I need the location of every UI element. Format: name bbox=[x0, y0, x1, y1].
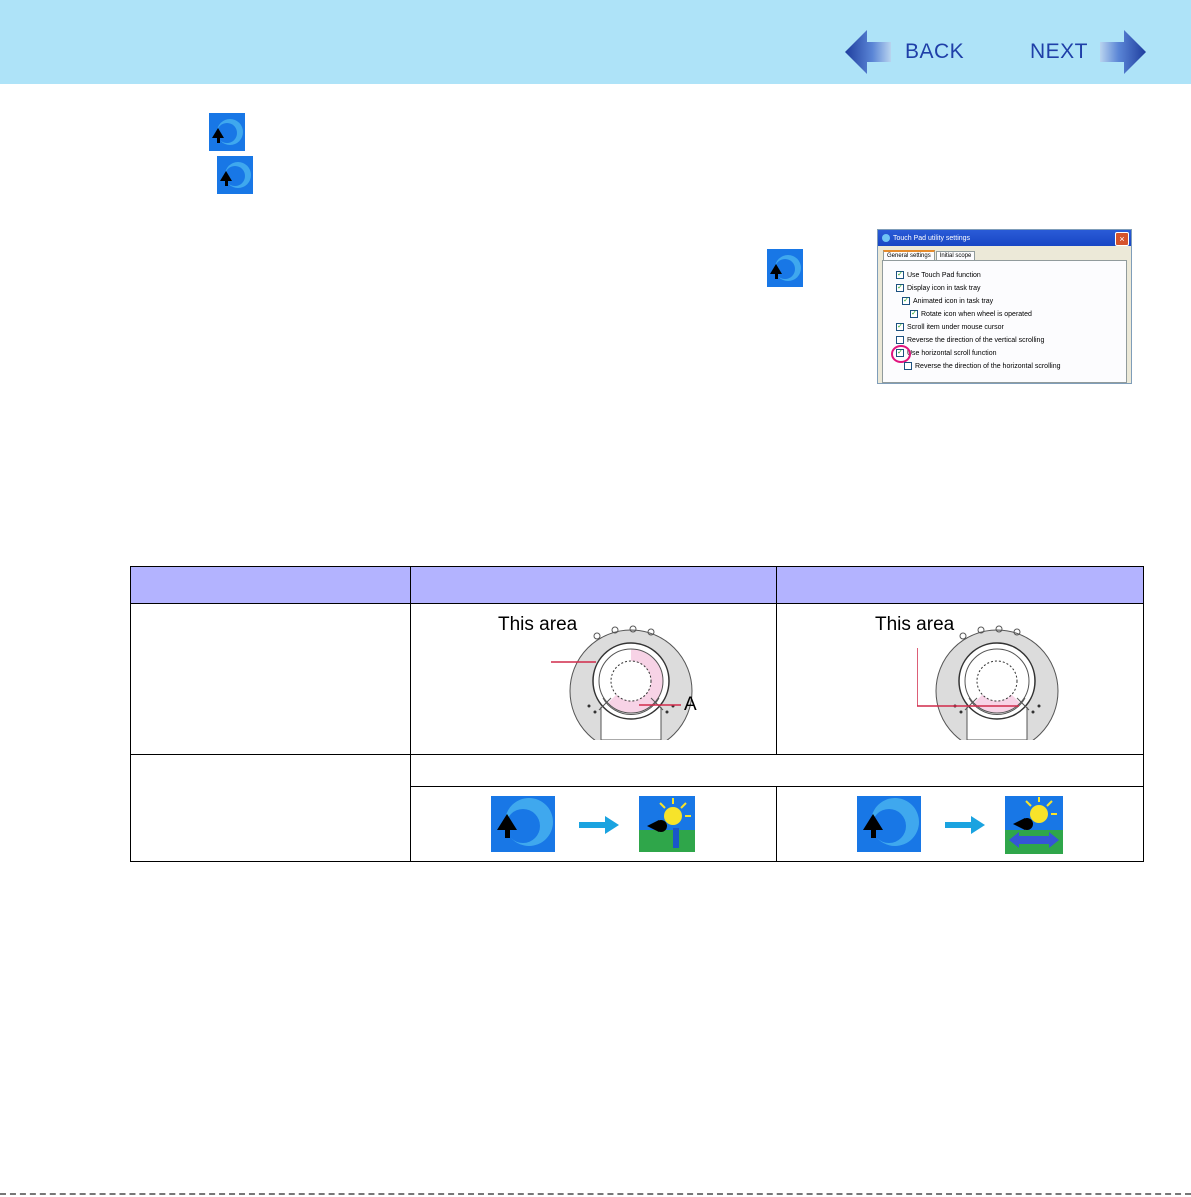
dialog-tabs: General settings Initial scope bbox=[878, 246, 1131, 260]
touch-pad-utility-icon bbox=[767, 249, 803, 287]
next-button[interactable]: NEXT bbox=[1030, 28, 1148, 76]
table-header-cell bbox=[776, 566, 1144, 604]
checkbox-unchecked[interactable] bbox=[904, 362, 912, 370]
table-row-label-cell bbox=[130, 754, 411, 862]
option-use-touch-pad[interactable]: ✓ Use Touch Pad function bbox=[896, 271, 981, 279]
checkbox-checked[interactable]: ✓ bbox=[896, 271, 904, 279]
vertical-icon-change-cell bbox=[410, 786, 777, 862]
option-display-icon[interactable]: ✓ Display icon in task tray bbox=[896, 284, 981, 292]
scroll-comparison-table: This area A This area bbox=[130, 566, 1144, 862]
close-button[interactable]: × bbox=[1115, 232, 1129, 246]
dialog-body: ✓ Use Touch Pad function ✓ Display icon in… bbox=[882, 260, 1127, 383]
option-label: Use Touch Pad function bbox=[907, 271, 981, 279]
checkbox-checked[interactable]: ✓ bbox=[910, 310, 918, 318]
touch-pad-utility-icon bbox=[217, 156, 253, 194]
footer-divider bbox=[0, 1193, 1191, 1195]
option-label: Use horizontal scroll function bbox=[907, 349, 997, 357]
arrow-right-icon bbox=[1100, 30, 1147, 74]
option-label: Animated icon in task tray bbox=[913, 297, 994, 305]
touch-pad-diagram bbox=[917, 625, 1059, 740]
checkbox-checked[interactable]: ✓ bbox=[902, 297, 910, 305]
dialog-title: Touch Pad utility settings bbox=[893, 234, 971, 242]
option-scroll-under-cursor[interactable]: ✓ Scroll item under mouse cursor bbox=[896, 323, 1004, 331]
table-row-label-cell bbox=[130, 603, 411, 755]
touch-pad-utility-icon bbox=[882, 234, 890, 242]
option-label: Reverse the direction of the vertical sc… bbox=[907, 336, 1045, 344]
option-label: Reverse the direction of the horizontal … bbox=[915, 362, 1061, 370]
checkbox-checked[interactable]: ✓ bbox=[896, 284, 904, 292]
tab-general-settings[interactable]: General settings bbox=[883, 250, 935, 260]
next-label: NEXT bbox=[1030, 40, 1089, 63]
option-label: Display icon in task tray bbox=[907, 284, 981, 292]
option-reverse-vertical[interactable]: Reverse the direction of the vertical sc… bbox=[896, 336, 1044, 344]
vertical-scroll-icon bbox=[639, 796, 695, 852]
option-rotate-icon[interactable]: ✓ Rotate icon when wheel is operated bbox=[910, 310, 1032, 318]
checkbox-unchecked[interactable] bbox=[896, 336, 904, 344]
option-reverse-horizontal[interactable]: Reverse the direction of the horizontal … bbox=[904, 362, 1061, 370]
touch-pad-utility-icon bbox=[491, 796, 555, 852]
horizontal-scroll-area-cell: This area bbox=[776, 603, 1144, 755]
checkbox-checked[interactable]: ✓ bbox=[896, 323, 904, 331]
table-merged-cell bbox=[410, 754, 1144, 787]
option-label: Rotate icon when wheel is operated bbox=[921, 310, 1032, 318]
highlight-circle bbox=[891, 345, 911, 363]
marker-a-label: A bbox=[684, 694, 697, 715]
back-button[interactable]: BACK bbox=[843, 28, 964, 76]
touch-pad-settings-dialog: Touch Pad utility settings × General set… bbox=[877, 229, 1132, 384]
this-area-label: This area bbox=[498, 614, 578, 635]
touch-pad-utility-icon bbox=[209, 113, 245, 151]
arrow-right-icon bbox=[579, 816, 619, 834]
tab-initial-scope[interactable]: Initial scope bbox=[935, 251, 976, 260]
horizontal-icon-change-cell bbox=[776, 786, 1144, 862]
option-animated-icon[interactable]: ✓ Animated icon in task tray bbox=[902, 297, 993, 305]
horizontal-scroll-icon bbox=[1005, 796, 1063, 854]
vertical-scroll-area-cell: This area A bbox=[410, 603, 777, 755]
option-label: Scroll item under mouse cursor bbox=[907, 323, 1004, 331]
arrow-left-icon bbox=[845, 30, 891, 74]
dialog-title-bar: Touch Pad utility settings × bbox=[878, 230, 1131, 246]
option-horizontal-scroll[interactable]: ✓ Use horizontal scroll function bbox=[896, 349, 997, 357]
header-bar: BACK NEXT bbox=[0, 0, 1191, 84]
table-header-cell bbox=[410, 566, 777, 604]
table-header-cell bbox=[130, 566, 411, 604]
this-area-label: This area bbox=[875, 614, 955, 635]
back-label: BACK bbox=[905, 40, 965, 63]
touch-pad-diagram bbox=[551, 625, 693, 740]
arrow-right-icon bbox=[945, 816, 985, 834]
touch-pad-utility-icon bbox=[857, 796, 921, 852]
